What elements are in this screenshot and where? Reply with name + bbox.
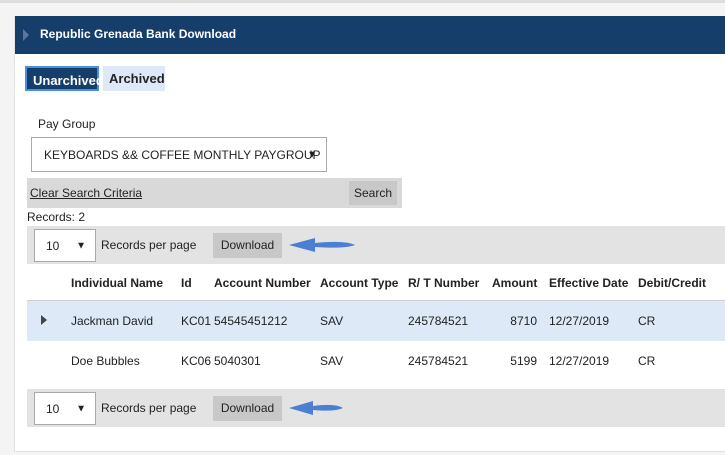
panel-header[interactable]: Republic Grenada Bank Download — [15, 16, 725, 54]
records-per-page-label: Records per page — [101, 401, 197, 415]
cell-name: Doe Bubbles — [71, 354, 140, 368]
expander-column-header — [27, 266, 71, 301]
records-per-page-label: Records per page — [101, 238, 197, 252]
dropdown-arrow-icon: ▼ — [307, 149, 317, 160]
cell-debit-credit: CR — [638, 300, 725, 341]
search-button[interactable]: Search — [349, 181, 397, 205]
table-header-row: Individual Name Id Account Number Accoun… — [27, 266, 725, 301]
bank-download-panel: Republic Grenada Bank Download Unarchive… — [14, 16, 725, 452]
download-button[interactable]: Download — [213, 233, 282, 258]
cell-effective-date: 12/27/2019 — [549, 354, 610, 368]
cell-id: KC06 — [181, 354, 212, 368]
table-row[interactable]: Jackman David KC01 54545451212 SAV 24578… — [27, 300, 725, 341]
column-header[interactable]: Individual Name — [71, 266, 181, 301]
cell-debit-credit: CR — [638, 354, 656, 368]
cell-amount: 8710 — [492, 300, 549, 341]
tab-unarchived[interactable]: Unarchived — [25, 66, 104, 91]
column-header[interactable]: R/ T Number — [408, 266, 492, 301]
pager-top: 10 ▼ Records per page Download — [27, 226, 725, 264]
dropdown-arrow-icon: ▼ — [76, 240, 86, 251]
annotation-arrow-icon — [289, 238, 355, 252]
clear-search-link[interactable]: Clear Search Criteria — [30, 186, 142, 200]
cell-effective-date: 12/27/2019 — [549, 300, 638, 341]
annotation-arrow-icon — [289, 401, 343, 415]
row-expander-icon[interactable] — [41, 315, 47, 325]
top-border — [0, 0, 725, 3]
records-count: Records: 2 — [27, 210, 86, 224]
cell-account-number: 54545451212 — [214, 300, 320, 341]
page-size-select[interactable]: 10 ▼ — [34, 392, 96, 425]
page-size-value: 10 — [46, 401, 60, 416]
cell-account-type: SAV — [320, 354, 344, 368]
column-header[interactable]: Id — [181, 266, 214, 301]
pay-group-select[interactable]: KEYBOARDS && COFFEE MONTHLY PAYGROUP ▼ — [31, 137, 327, 172]
column-header[interactable]: Account Number — [214, 266, 320, 301]
panel-title: Republic Grenada Bank Download — [40, 27, 237, 41]
column-header[interactable]: Account Type — [320, 266, 408, 301]
caret-right-icon[interactable] — [23, 29, 29, 41]
records-table: Individual Name Id Account Number Accoun… — [27, 266, 725, 381]
search-bar: Clear Search Criteria Search — [27, 178, 402, 208]
cell-rt-number: 245784521 — [408, 300, 492, 341]
cell-account-number: 5040301 — [214, 354, 261, 368]
cell-account-type: SAV — [320, 300, 408, 341]
cell-rt-number: 245784521 — [408, 354, 469, 368]
cell-name: Jackman David — [71, 300, 181, 341]
page-size-value: 10 — [46, 238, 60, 253]
column-header[interactable]: Effective Date — [549, 266, 638, 301]
column-header[interactable]: Debit/Credit — [638, 266, 725, 301]
cell-id: KC01 — [181, 300, 214, 341]
column-header[interactable]: Amount — [492, 266, 549, 301]
cell-amount: 5199 — [510, 354, 537, 368]
pager-bottom: 10 ▼ Records per page Download — [27, 389, 725, 427]
table-row[interactable]: Doe Bubbles KC06 5040301 SAV 245784521 5… — [27, 341, 725, 381]
row-expander-cell[interactable] — [27, 300, 71, 341]
page-size-select[interactable]: 10 ▼ — [34, 229, 96, 262]
row-expander-cell — [27, 341, 71, 381]
download-button[interactable]: Download — [213, 396, 282, 421]
pay-group-value: KEYBOARDS && COFFEE MONTHLY PAYGROUP — [44, 147, 321, 162]
tab-archived[interactable]: Archived — [103, 66, 165, 91]
pay-group-label: Pay Group — [38, 117, 96, 131]
dropdown-arrow-icon: ▼ — [76, 403, 86, 414]
